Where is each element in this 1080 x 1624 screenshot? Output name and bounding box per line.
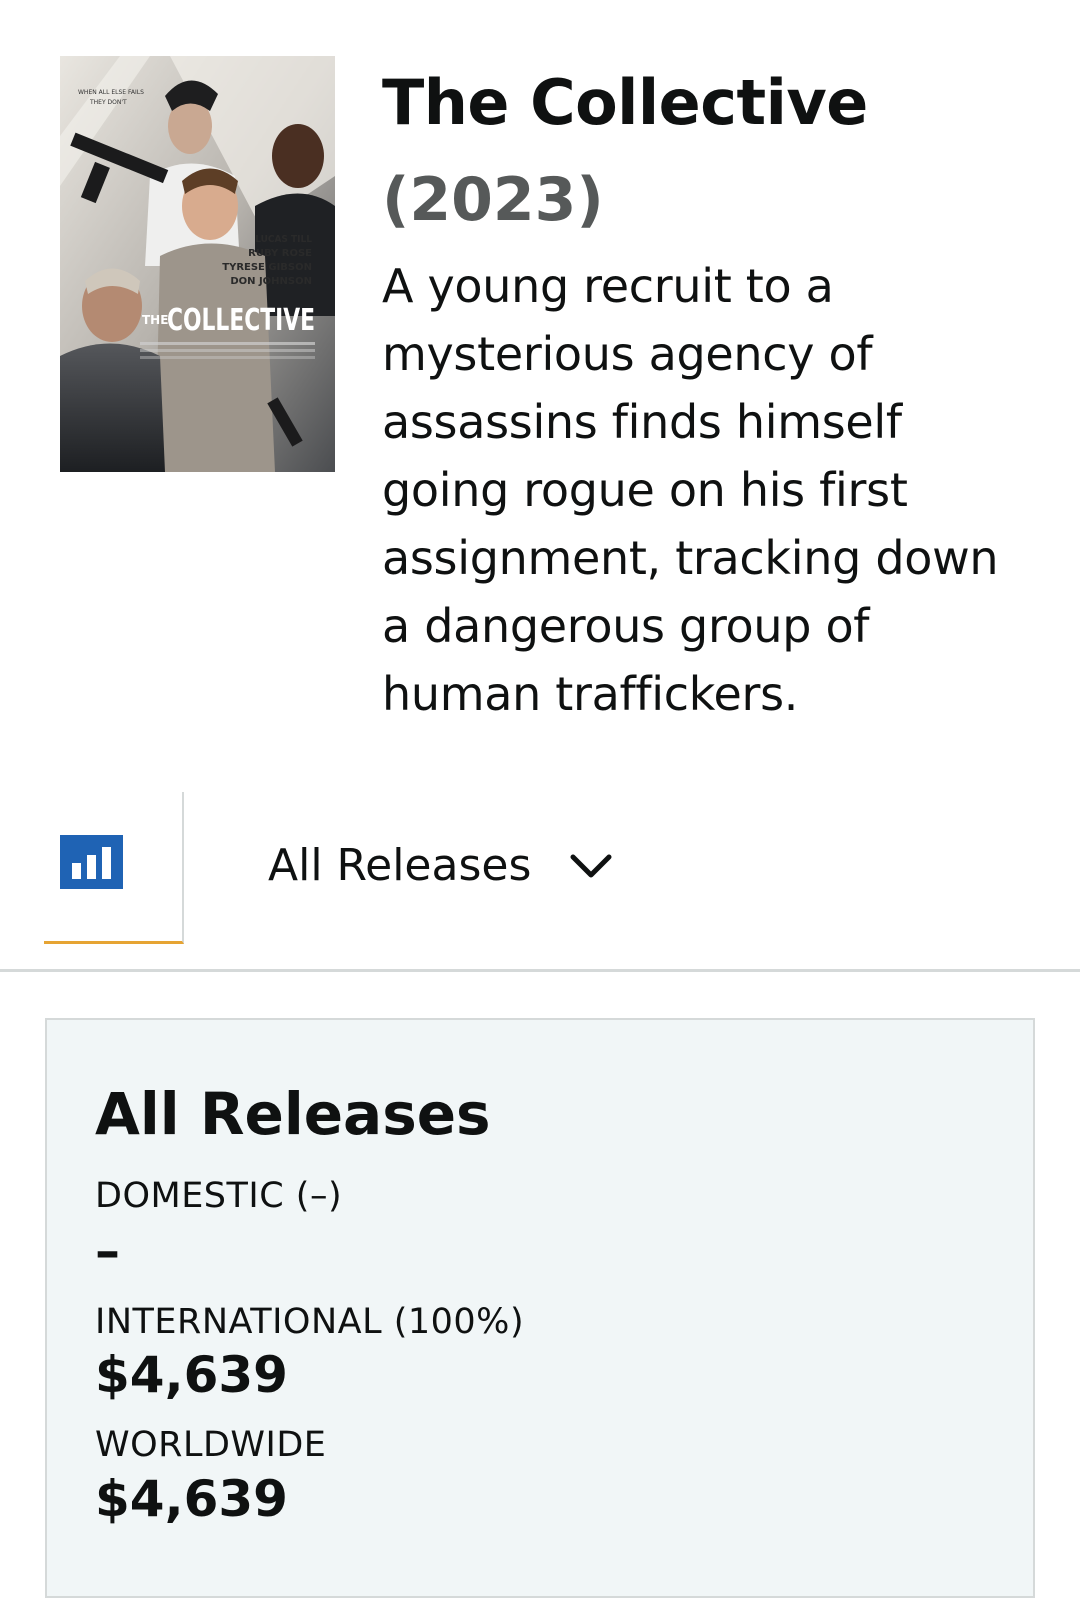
summary-title: All Releases [95,1080,491,1148]
svg-text:TYRESE GIBSON: TYRESE GIBSON [222,262,312,273]
domestic-value: – [95,1222,120,1280]
svg-text:THE: THE [142,313,168,327]
movie-poster[interactable]: WHEN ALL ELSE FAILS THEY DON'T LUCAS TIL… [60,56,335,472]
page: WHEN ALL ELSE FAILS THEY DON'T LUCAS TIL… [0,0,1080,1624]
svg-text:THEY DON'T: THEY DON'T [89,99,127,106]
poster-artwork: WHEN ALL ELSE FAILS THEY DON'T LUCAS TIL… [60,56,335,472]
release-selector-label: All Releases [268,840,532,891]
svg-text:WHEN ALL ELSE FAILS: WHEN ALL ELSE FAILS [78,89,144,96]
international-value: $4,639 [95,1346,288,1404]
movie-title: The Collective [382,66,868,139]
domestic-label: DOMESTIC (–) [95,1176,343,1216]
movie-year: (2023) [382,165,604,235]
svg-text:COLLECTIVE: COLLECTIVE [167,303,315,338]
bar-chart-icon [60,835,123,889]
svg-text:DON JOHNSON: DON JOHNSON [230,276,312,287]
worldwide-value: $4,639 [95,1470,288,1528]
tabs-divider [0,969,1080,972]
svg-text:RUBY ROSE: RUBY ROSE [248,248,312,259]
chevron-down-icon [570,854,612,878]
tab-chart[interactable] [44,792,184,944]
svg-text:LUCAS TILL: LUCAS TILL [255,234,312,245]
movie-synopsis: A young recruit to a mysterious agency o… [382,259,999,721]
release-tabs: All Releases [0,792,1080,972]
release-selector-dropdown[interactable]: All Releases [268,836,613,896]
international-label: INTERNATIONAL (100%) [95,1302,525,1342]
summary-card: All Releases DOMESTIC (–) – INTERNATIONA… [45,1018,1035,1598]
worldwide-label: WORLDWIDE [95,1425,327,1465]
